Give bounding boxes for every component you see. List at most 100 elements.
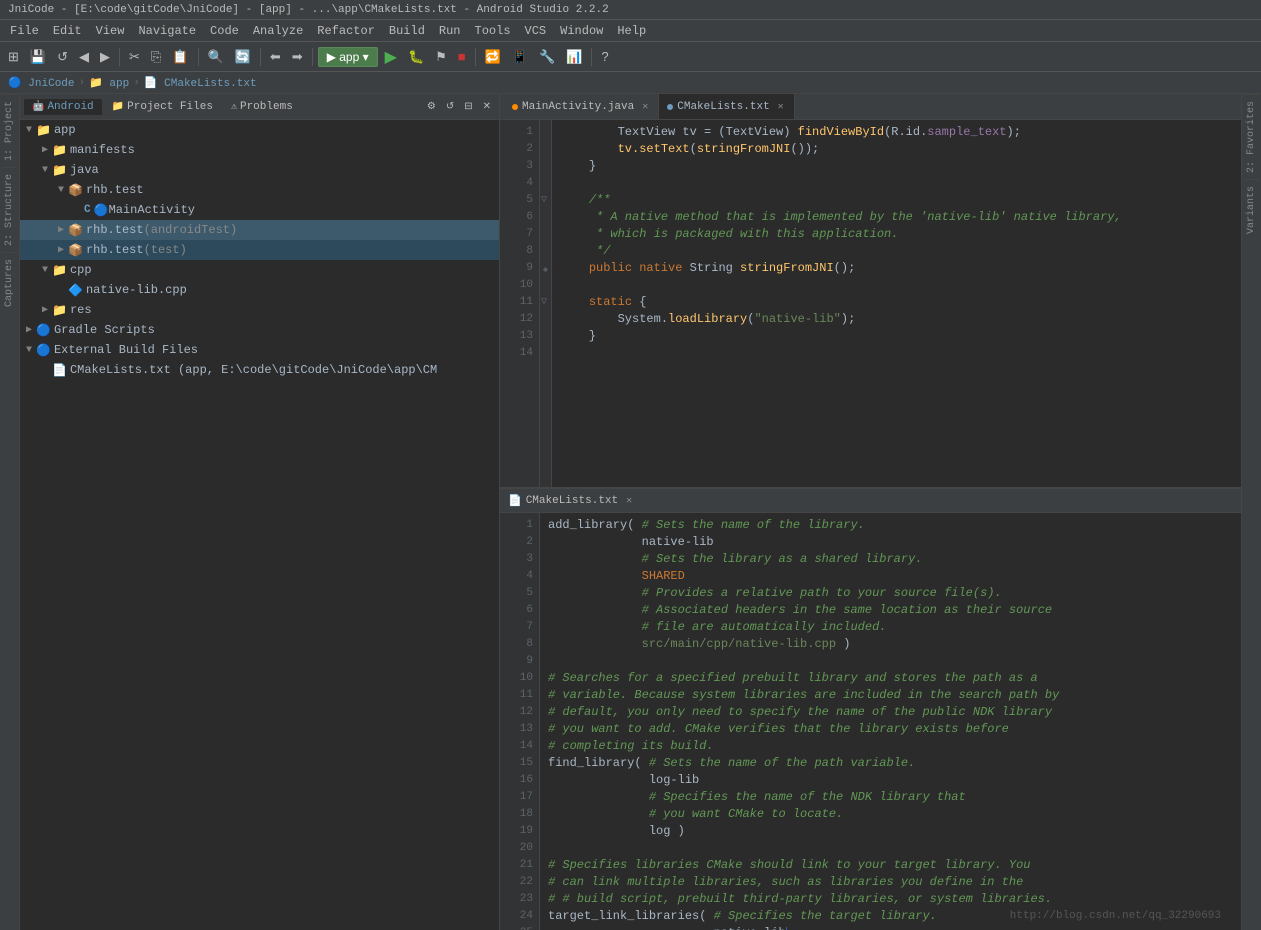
java-icon: 📁: [52, 163, 67, 178]
menu-item-help[interactable]: Help: [611, 22, 652, 40]
fold-marker-2[interactable]: ▽: [541, 294, 550, 311]
tree-label-gradle: Gradle Scripts: [54, 323, 155, 337]
breadcrumb-item-1[interactable]: 🔵 JniCode: [8, 76, 75, 90]
toolbar-btn-search[interactable]: 🔍: [204, 47, 228, 67]
code-area-bottom[interactable]: 1234567891011121314151617181920212223242…: [500, 513, 1241, 930]
menu-item-navigate[interactable]: Navigate: [132, 22, 202, 40]
menu-item-window[interactable]: Window: [554, 22, 609, 40]
pkg3-icon: 📦: [68, 243, 83, 258]
menu-item-analyze[interactable]: Analyze: [247, 22, 309, 40]
tree-item-gradle[interactable]: ▶ 🔵 Gradle Scripts: [20, 320, 499, 340]
menu-item-refactor[interactable]: Refactor: [311, 22, 381, 40]
tree-label-manifests: manifests: [70, 143, 135, 157]
project-sync-btn[interactable]: ↺: [442, 99, 458, 114]
tree-item-java[interactable]: ▼ 📁 java: [20, 160, 499, 180]
code-area-top[interactable]: 1234567891011121314 ▽ ◈ ▽: [500, 120, 1241, 487]
debug-btn[interactable]: 🐛: [404, 47, 428, 67]
toolbar-btn-2[interactable]: 💾: [26, 47, 50, 67]
tree-item-external-build[interactable]: ▼ 🔵 External Build Files: [20, 340, 499, 360]
profile-btn[interactable]: 📊: [562, 47, 586, 67]
vtab-variants[interactable]: Variants: [1244, 179, 1259, 240]
help-btn[interactable]: ?: [597, 47, 612, 66]
pkg2-icon: 📦: [68, 223, 83, 238]
vertical-tabs-left: 1: Project 2: Structure Captures: [0, 94, 20, 930]
tree-label-java: java: [70, 163, 99, 177]
toolbar-btn-1[interactable]: ⊞: [4, 47, 23, 67]
project-collapse-btn[interactable]: ⊟: [460, 99, 476, 114]
tab-project-files[interactable]: 📁Project Files: [104, 99, 221, 115]
toolbar-btn-6[interactable]: ⬅: [266, 47, 285, 67]
tree-item-res[interactable]: ▶ 📁 res: [20, 300, 499, 320]
toolbar-btn-copy[interactable]: ⎘: [147, 47, 165, 67]
editor-split: 1234567891011121314 ▽ ◈ ▽: [500, 120, 1241, 930]
tree-item-androidtest[interactable]: ▶ 📦 rhb.test (androidTest): [20, 220, 499, 240]
toolbar-sep-5: [475, 48, 476, 66]
tree-arrow: ▼: [40, 265, 50, 276]
editor-area: MainActivity.java ✕ CMakeLists.txt ✕ 123…: [500, 94, 1241, 930]
project-settings-btn[interactable]: ⚙: [423, 99, 440, 114]
stop-btn[interactable]: ■: [454, 47, 470, 66]
editor-tabs: MainActivity.java ✕ CMakeLists.txt ✕: [500, 94, 1241, 120]
menu-item-build[interactable]: Build: [383, 22, 431, 40]
tree-item-mainactivity[interactable]: C 🔵 MainActivity: [20, 200, 499, 220]
toolbar-btn-replace[interactable]: 🔄: [231, 47, 255, 67]
bottom-tab-close[interactable]: ✕: [626, 495, 632, 507]
title-bar: JniCode - [E:\code\gitCode\JniCode] - [a…: [0, 0, 1261, 20]
tree-item-native-lib[interactable]: 🔷 native-lib.cpp: [20, 280, 499, 300]
run-btn[interactable]: ▶: [381, 45, 401, 69]
toolbar-btn-3[interactable]: ↺: [53, 47, 72, 67]
breadcrumb: 🔵 JniCode › 📁 app › 📄 CMakeLists.txt: [0, 72, 1261, 94]
tree-item-rhb-test[interactable]: ▼ 📦 rhb.test: [20, 180, 499, 200]
tab-mainactivity[interactable]: MainActivity.java ✕: [504, 94, 659, 119]
avd-btn[interactable]: 📱: [508, 47, 532, 67]
tab-close-mainactivity[interactable]: ✕: [642, 101, 648, 113]
tree-item-manifests[interactable]: ▶ 📁 manifests: [20, 140, 499, 160]
mainactivity-icon-small: 🔵: [94, 203, 109, 218]
menu-item-edit[interactable]: Edit: [47, 22, 88, 40]
toolbar-sep-3: [260, 48, 261, 66]
sdk-btn[interactable]: 🔧: [535, 47, 559, 67]
main-layout: 1: Project 2: Structure Captures 🤖Androi…: [0, 94, 1261, 930]
vtab-favorites[interactable]: 2: Favorites: [1244, 94, 1259, 179]
class-icon: C: [84, 204, 91, 216]
tab-problems[interactable]: ⚠Problems: [223, 99, 301, 115]
tree-item-cmakelists[interactable]: 📄 CMakeLists.txt (app, E:\code\gitCode\J…: [20, 360, 499, 380]
vtab-structure[interactable]: 2: Structure: [2, 167, 17, 252]
menu-item-view[interactable]: View: [90, 22, 131, 40]
gradle-sync-btn[interactable]: 🔁: [481, 47, 505, 67]
toolbar-btn-paste[interactable]: 📋: [168, 47, 192, 67]
tree-item-cpp[interactable]: ▼ 📁 cpp: [20, 260, 499, 280]
build-icon: 🔵: [36, 343, 51, 358]
breadcrumb-item-3[interactable]: 📄 CMakeLists.txt: [144, 76, 257, 90]
gradle-icon: 🔵: [36, 323, 51, 338]
pkg-icon: 📦: [68, 183, 83, 198]
run-config-btn[interactable]: ▶ app ▾: [318, 47, 378, 67]
menu-item-file[interactable]: File: [4, 22, 45, 40]
toolbar-btn-7[interactable]: ➡: [288, 47, 307, 67]
tab-android[interactable]: 🤖Android: [24, 99, 102, 115]
breadcrumb-item-2[interactable]: 📁 app: [89, 76, 129, 90]
tab-close-cmakelists[interactable]: ✕: [778, 101, 784, 113]
vtab-project[interactable]: 1: Project: [2, 94, 17, 167]
project-close-btn[interactable]: ✕: [479, 99, 495, 114]
toolbar-btn-5[interactable]: ▶: [96, 47, 114, 67]
tab-dot-orange: [512, 104, 518, 110]
toolbar-sep-1: [119, 48, 120, 66]
vtab-captures[interactable]: Captures: [2, 252, 17, 313]
menu-item-vcs[interactable]: VCS: [519, 22, 553, 40]
android-icon: 🤖: [32, 102, 44, 113]
menu-item-code[interactable]: Code: [204, 22, 245, 40]
toolbar-btn-4[interactable]: ◀: [75, 47, 93, 67]
tree-label-cpp: cpp: [70, 263, 92, 277]
menu-item-tools[interactable]: Tools: [469, 22, 517, 40]
tree-label-res: res: [70, 303, 92, 317]
breadcrumb-sep-2: ›: [133, 77, 140, 89]
tree-item-app[interactable]: ▼ 📁 app: [20, 120, 499, 140]
menu-item-run[interactable]: Run: [433, 22, 467, 40]
tree-item-test[interactable]: ▶ 📦 rhb.test (test): [20, 240, 499, 260]
tab-cmakelists[interactable]: CMakeLists.txt ✕: [659, 94, 794, 119]
coverage-btn[interactable]: ⚑: [431, 47, 451, 67]
tree-arrow: ▼: [56, 185, 66, 196]
fold-marker-1[interactable]: ▽: [541, 192, 550, 209]
toolbar-btn-cut[interactable]: ✂: [125, 47, 144, 67]
